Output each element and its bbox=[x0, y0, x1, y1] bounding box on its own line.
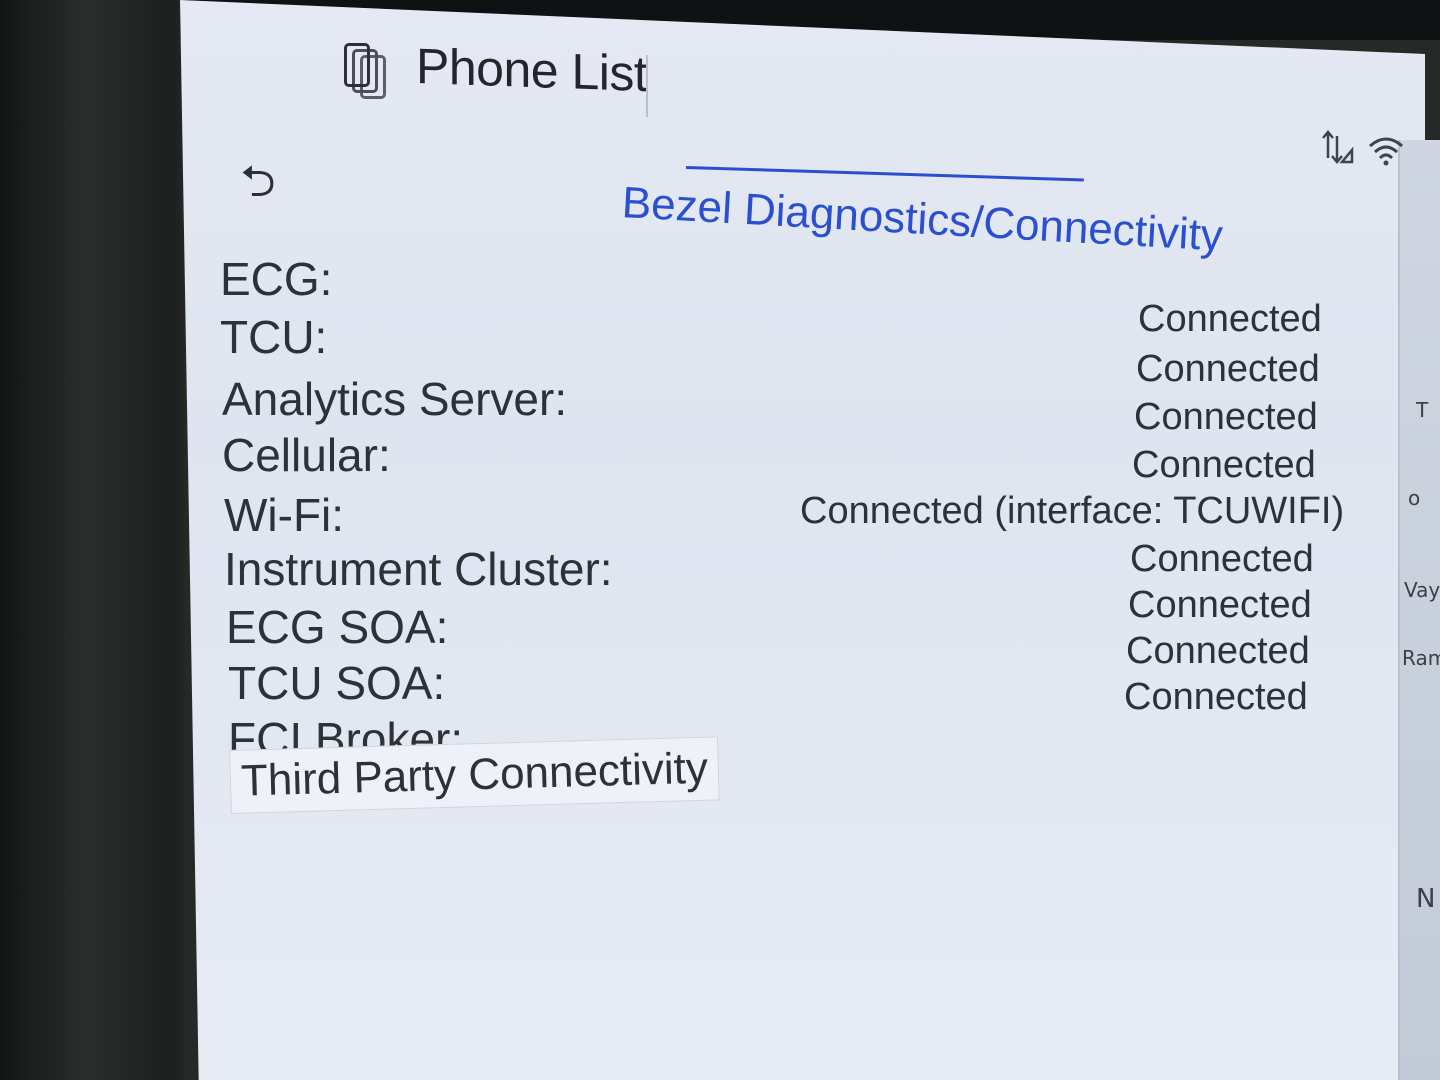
adjacent-map-panel: T o Vay Ram N bbox=[1398, 140, 1440, 1080]
phone-list-title: Phone List bbox=[416, 37, 648, 103]
row-value-fci-broker: Connected bbox=[1124, 676, 1308, 718]
phone-list-icon bbox=[340, 39, 388, 101]
row-value-tcu-soa: Connected bbox=[1126, 630, 1310, 672]
map-fragment: N bbox=[1416, 884, 1436, 914]
phone-list-tab[interactable]: Phone List bbox=[340, 30, 647, 110]
row-label-wifi: Wi-Fi: bbox=[224, 489, 345, 541]
header-divider bbox=[646, 55, 648, 117]
row-label-tcu-soa: TCU SOA: bbox=[228, 657, 446, 709]
row-value-cellular: Connected bbox=[1132, 444, 1316, 486]
row-label-analytics-server: Analytics Server: bbox=[222, 373, 568, 425]
back-button[interactable]: ⮌ bbox=[228, 156, 288, 210]
row-value-analytics-server: Connected bbox=[1134, 396, 1318, 438]
row-value-ecg-soa: Connected bbox=[1128, 584, 1312, 626]
row-label-ecg-soa: ECG SOA: bbox=[226, 601, 449, 653]
back-arrow-icon: ⮌ bbox=[240, 155, 276, 207]
row-value-wifi: Connected (interface: TCUWIFI) bbox=[800, 490, 1345, 532]
row-value-ecg: Connected bbox=[1138, 298, 1322, 340]
map-fragment: Vay bbox=[1404, 578, 1440, 602]
status-bar bbox=[1320, 128, 1404, 171]
row-value-tcu: Connected bbox=[1136, 348, 1320, 390]
map-fragment: Ram bbox=[1402, 646, 1440, 670]
row-label-cellular: Cellular: bbox=[222, 429, 391, 481]
row-label-instrument-cluster: Instrument Cluster: bbox=[224, 543, 613, 595]
third-party-connectivity-button[interactable]: Third Party Connectivity bbox=[229, 736, 720, 814]
row-value-instrument-cluster: Connected bbox=[1130, 538, 1314, 580]
signal-arrows-icon bbox=[1320, 128, 1354, 171]
map-fragment: o bbox=[1408, 486, 1421, 510]
wifi-icon bbox=[1368, 136, 1404, 171]
row-label-tcu: TCU: bbox=[220, 311, 328, 363]
map-fragment: T bbox=[1416, 398, 1429, 422]
row-label-ecg: ECG: bbox=[220, 253, 333, 305]
